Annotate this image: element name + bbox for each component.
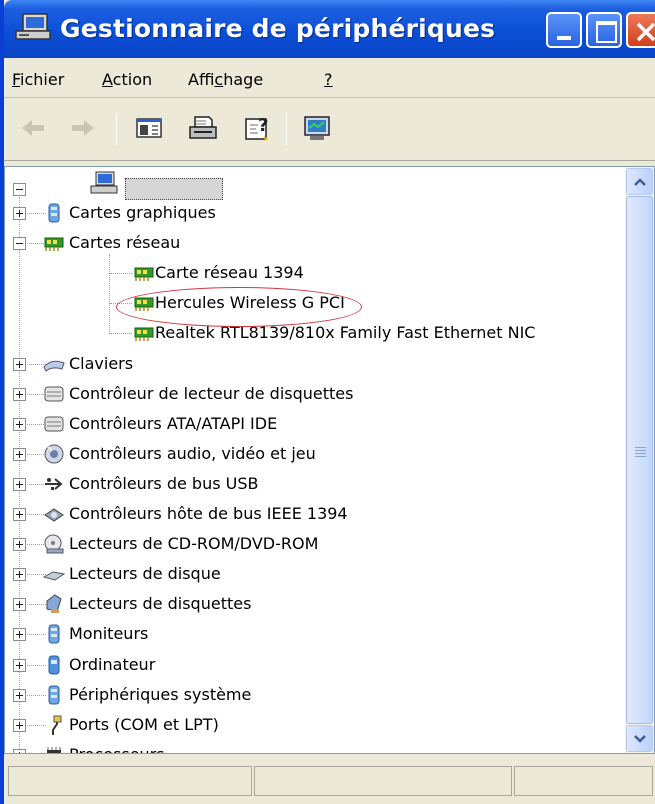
menu-affichage[interactable]: Affichage (188, 71, 263, 89)
tree-item-label: Ports (COM et LPT) (69, 714, 219, 734)
show-hide-console-tree-icon[interactable] (132, 113, 166, 143)
grip-line (635, 456, 646, 457)
tree-item-label: Cartes graphiques (69, 203, 216, 222)
tree-item-label: Contrôleurs audio, vidéo et jeu (69, 443, 316, 463)
expand-toggle[interactable] (13, 568, 26, 582)
expand-toggle[interactable] (13, 387, 26, 401)
tree-item-label: Claviers (69, 353, 134, 373)
processor-icon (47, 746, 61, 753)
network-card-icon (134, 327, 154, 342)
root-collapse-toggle[interactable] (13, 183, 26, 196)
tree-item-label: Contrôleurs hôte de bus IEEE 1394 (69, 504, 348, 523)
tree-item-label: Moniteurs (69, 624, 149, 644)
device-tree-pane: Cartes graphiques Cartes réseau Carte rése… (4, 166, 655, 754)
scroll-thumb[interactable] (626, 196, 653, 724)
system-devices-icon (48, 685, 60, 705)
display-adapter-icon (48, 203, 60, 223)
tree-item-label: Contrôleurs ATA/ATAPI IDE (69, 413, 278, 433)
ieee1394-icon (44, 508, 64, 522)
device-manager-window: Gestionnaire de périphériques Fichier Ac… (0, 0, 655, 804)
tree-item-label: Ordinateur (69, 654, 156, 674)
maximize-button[interactable] (586, 12, 622, 48)
computer-icon (90, 171, 118, 194)
toolbar-separator (116, 113, 117, 145)
usb-icon (45, 477, 63, 490)
audio-icon (44, 444, 64, 464)
tree-item-label[interactable]: Carte réseau 1394 (155, 263, 304, 282)
menu-bar: Fichier Action Affichage ? (4, 58, 655, 98)
status-panel-2 (254, 766, 512, 796)
menu-fichier[interactable]: Fichier (12, 71, 64, 89)
chevron-up-icon (634, 178, 646, 186)
computer-name-selected[interactable] (125, 178, 223, 200)
device-tree[interactable]: Cartes graphiques Cartes réseau Carte rése… (5, 167, 625, 753)
expand-toggle[interactable] (13, 688, 26, 702)
child-trunk-line (109, 254, 110, 335)
network-card-icon (134, 267, 154, 282)
keyboard-icon (43, 360, 65, 372)
ide-controller-icon (44, 416, 64, 432)
tree-item-label: Lecteurs de disquettes (69, 594, 252, 614)
expand-toggle[interactable] (13, 718, 26, 732)
minimize-button[interactable] (546, 12, 582, 48)
status-panel-main (8, 766, 252, 796)
expand-toggle[interactable] (13, 598, 26, 612)
highlight-annotation (116, 287, 362, 327)
scroll-up-button[interactable] (626, 168, 653, 195)
tree-item-label: Lecteurs de CD-ROM/DVD-ROM (69, 534, 319, 554)
svg-text:?: ? (258, 115, 268, 136)
grip-line (635, 450, 646, 451)
expand-toggle[interactable] (13, 628, 26, 642)
toolbar-separator-2 (286, 113, 287, 145)
window-title: Gestionnaire de périphériques (60, 14, 496, 43)
tree-item-label: Contrôleur de lecteur de disquettes (69, 383, 354, 403)
cdrom-icon (44, 534, 64, 554)
expand-toggle[interactable] (13, 357, 26, 371)
tree-branch-line (110, 273, 132, 275)
floppy-controller-icon (44, 386, 64, 402)
grip-line (635, 453, 646, 454)
expand-toggle[interactable] (13, 447, 26, 461)
grip-line (635, 447, 646, 448)
menu-action[interactable]: Action (102, 71, 152, 89)
monitor-icon (48, 624, 60, 644)
expand-toggle[interactable] (13, 658, 26, 672)
network-card-icon (44, 237, 64, 252)
toolbar: ? (4, 99, 655, 161)
menu-help[interactable]: ? (324, 71, 333, 89)
close-button[interactable] (626, 12, 655, 48)
expand-toggle[interactable] (13, 207, 26, 220)
close-icon (636, 22, 655, 42)
floppy-drive-icon (46, 594, 62, 614)
tree-item-label: Processeurs (69, 745, 165, 753)
expand-toggle[interactable] (13, 508, 26, 521)
tree-item-label: Cartes réseau (69, 233, 181, 253)
tree-item-label: Périphériques système (69, 684, 252, 704)
expand-toggle[interactable] (13, 477, 26, 491)
vertical-scrollbar[interactable] (625, 167, 654, 753)
forward-arrow-icon[interactable] (66, 113, 100, 143)
computer-icon (48, 655, 60, 674)
tree-item-label: Contrôleurs de bus USB (69, 473, 259, 493)
disk-drive-icon (43, 571, 65, 581)
ports-icon (52, 715, 62, 735)
tree-item-label: Lecteurs de disque (69, 564, 221, 584)
print-icon[interactable] (186, 113, 220, 143)
status-bar (4, 758, 655, 804)
collapse-toggle[interactable] (13, 237, 26, 251)
expand-toggle[interactable] (13, 538, 26, 552)
properties-help-icon[interactable]: ? (240, 113, 274, 143)
tree-branch-line (110, 333, 132, 335)
scan-hardware-icon[interactable] (300, 113, 334, 143)
expand-toggle[interactable] (13, 417, 26, 431)
status-panel-3 (514, 766, 653, 796)
scroll-down-button[interactable] (626, 725, 653, 752)
title-bar[interactable]: Gestionnaire de périphériques (4, 0, 655, 58)
expand-toggle[interactable] (13, 748, 26, 753)
chevron-down-icon (634, 735, 646, 743)
device-manager-app-icon (15, 13, 51, 40)
back-arrow-icon[interactable] (16, 113, 50, 143)
